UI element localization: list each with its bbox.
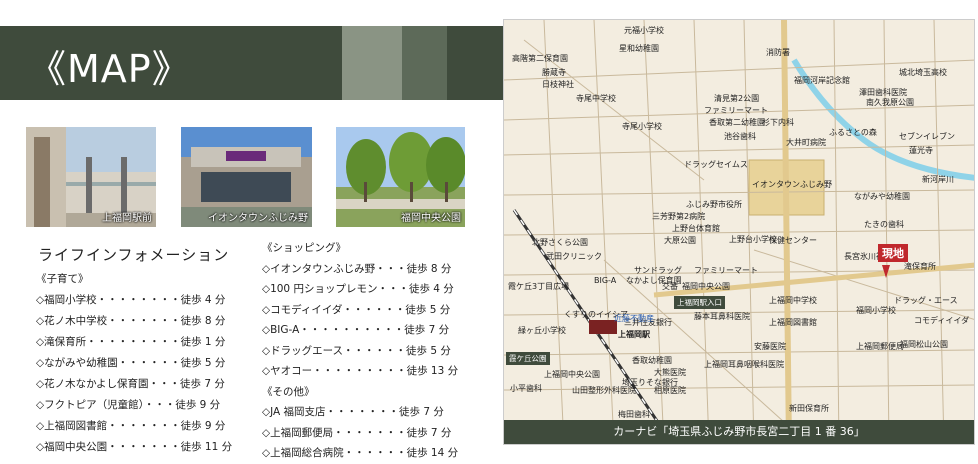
map-label: 交番 [662,282,678,291]
list-item: ◇花ノ木中学校・・・・・・・徒歩 8 分 [36,315,226,327]
map-label: たきの歯科 [864,220,904,229]
map-label: コモディイイダ [914,316,970,325]
map-label: ファミリーマート [704,106,768,115]
list-item: ◇上福岡郵便局・・・・・・・徒歩 7 分 [262,426,452,439]
map-label: ドラッグセイムス [684,160,748,169]
map-label: 保健センター [769,236,817,245]
map-label: 大熊医院 [654,368,686,377]
life-group-childcare: 《子育て》 ◇福岡小学校・・・・・・・・徒歩 4 分 ◇花ノ木中学校・・・・・・… [36,269,232,458]
map-label: サンドラッグ [634,266,682,275]
map-label: 山田整形外科医院 [572,386,636,395]
list-item: ◇コモディイイダ・・・・・・徒歩 5 分 [262,303,451,316]
map-label: BIG-A [594,276,617,285]
map-label: 福岡小学校 [856,306,896,315]
group-title: 《ショッピング》 [262,242,346,254]
list-item: ◇福岡小学校・・・・・・・・徒歩 4 分 [36,294,226,306]
photo-station: 上福岡駅前 [26,127,156,227]
list-item: ◇ドラッグエース・・・・・・徒歩 5 分 [262,344,451,357]
map-label: 日枝神社 [542,80,574,89]
photo-caption: 上福岡駅前 [102,213,152,224]
map-label: ながみや幼稚園 [854,192,910,201]
list-item: ◇上福岡総合病院・・・・・・徒歩 14 分 [262,447,459,459]
map-label: 澤田歯科医院 [859,88,907,97]
map-label: 清見第2公園 [714,94,760,103]
map-label: 上野台体育館 [672,224,720,233]
life-group-shopping: 《ショッピング》 ◇イオンタウンふじみ野・・・徒歩 8 分 ◇100 円ショップ… [262,238,458,464]
map-label: 三芳野第2病院 [652,212,706,221]
list-item: ◇JA 福岡支店・・・・・・・徒歩 7 分 [262,406,444,418]
map-label: 蓮光寺 [909,146,933,155]
map-label: 上福岡中学校 [769,296,817,305]
map-label: ドラッグ・エース [894,296,958,305]
map-label: 新河岸川 [922,175,954,184]
map-label: 大井町病院 [786,138,826,147]
map-label: 大原公園 [664,236,696,245]
map-label: 藤本耳鼻科医院 [694,312,750,321]
photo-aeon: イオンタウンふじみ野 [181,127,312,227]
map-label: 福岡松山公園 [900,340,948,349]
map-label: 香取幼稚園 [632,356,672,365]
map-label: 勝蔵寺 [542,68,566,77]
map-label: 北野さくら公園 [532,238,588,247]
map-label: 相原医院 [654,386,686,395]
map-label: 緑ヶ丘小学校 [518,326,566,335]
list-item: ◇ながみや幼稚園・・・・・・徒歩 5 分 [36,357,226,369]
map-label: 上福岡駅 [618,330,650,339]
map-label: ふじみ野市役所 [686,200,742,209]
map-label: 城北埼玉高校 [899,68,947,77]
map-label: 安藤医院 [754,342,786,351]
map-label: ふるさとの森 [829,128,877,137]
map-label: 梅田歯科 [618,410,650,419]
map-label: 上福岡耳鼻咽喉科医院 [704,360,784,369]
map-label: 星和幼稚園 [619,44,659,53]
map-label: 元福小学校 [624,26,664,35]
map-label: 消防署 [766,48,790,57]
map-label: セブンイレブン [899,132,955,141]
map-label: 杉下内科 [762,118,794,127]
area-map: 元福小学校 星和幼稚園 高階第二保育園 勝蔵寺 日枝神社 寺尾中学校 清見第2公… [503,19,975,445]
map-badge: 霞ケ丘公園 [506,352,550,365]
map-label: 滝保育所 [904,262,936,271]
map-label: ファミリーマート [694,266,758,275]
map-label: 近藤不動産 [614,314,654,323]
map-badge: 上福岡駅入口 [674,296,725,309]
map-label: 上福岡郵便局 [856,342,904,351]
list-item: ◇イオンタウンふじみ野・・・徒歩 8 分 [262,262,452,275]
map-label: 池谷歯科 [724,132,756,141]
map-label: 香取第二幼稚園 [709,118,765,127]
map-label: 福岡中央公園 [682,282,730,291]
map-label: 高階第二保育園 [512,54,568,63]
map-label: イオンタウンふじみ野 [752,180,832,189]
header-accent-mid [402,26,447,100]
list-item: ◇滝保育所・・・・・・・・・徒歩 1 分 [36,336,226,348]
map-label: 福岡河岸記念館 [794,76,850,85]
map-label: 上福岡図書館 [769,318,817,327]
map-label: 新田保育所 [789,404,829,413]
map-label: 小平歯科 [510,384,542,393]
life-info-heading: ライフインフォメーション [38,246,230,264]
list-item: ◇福岡中央公園・・・・・・・徒歩 11 分 [36,441,233,453]
photo-caption: イオンタウンふじみ野 [208,213,308,224]
header-accent-light [342,26,402,100]
map-label: 武田クリニック [546,252,602,261]
car-navi-address: カーナビ「埼玉県ふじみ野市長宮二丁目 1 番 36」 [504,420,974,444]
map-label: 南久我原公園 [866,98,914,107]
map-label: 寺尾中学校 [576,94,616,103]
list-item: ◇フクトピア（児童館）・・・徒歩 9 分 [36,399,221,411]
list-item: ◇ヤオコー・・・・・・・・・徒歩 13 分 [262,365,459,377]
page-title: 《MAP》 [28,47,191,91]
list-item: ◇上福岡図書館・・・・・・・徒歩 9 分 [36,420,226,432]
list-item: ◇100 円ショップレモン・・・徒歩 4 分 [262,283,454,295]
list-item: ◇花ノ木なかよし保育園・・・徒歩 7 分 [36,378,225,390]
photo-park: 福岡中央公園 [336,127,465,227]
list-item: ◇BIG-A・・・・・・・・・・徒歩 7 分 [262,324,450,336]
map-label: 寺尾小学校 [622,122,662,131]
map-label: 上福岡中央公園 [544,370,600,379]
map-roads [504,20,974,444]
current-site-marker: 現地 [878,244,908,262]
group-title: 《その他》 [262,385,315,398]
photo-caption: 福岡中央公園 [401,213,461,224]
group-title: 《子育て》 [36,273,89,285]
map-label: 霞ケ丘3丁目広場 [508,282,570,291]
